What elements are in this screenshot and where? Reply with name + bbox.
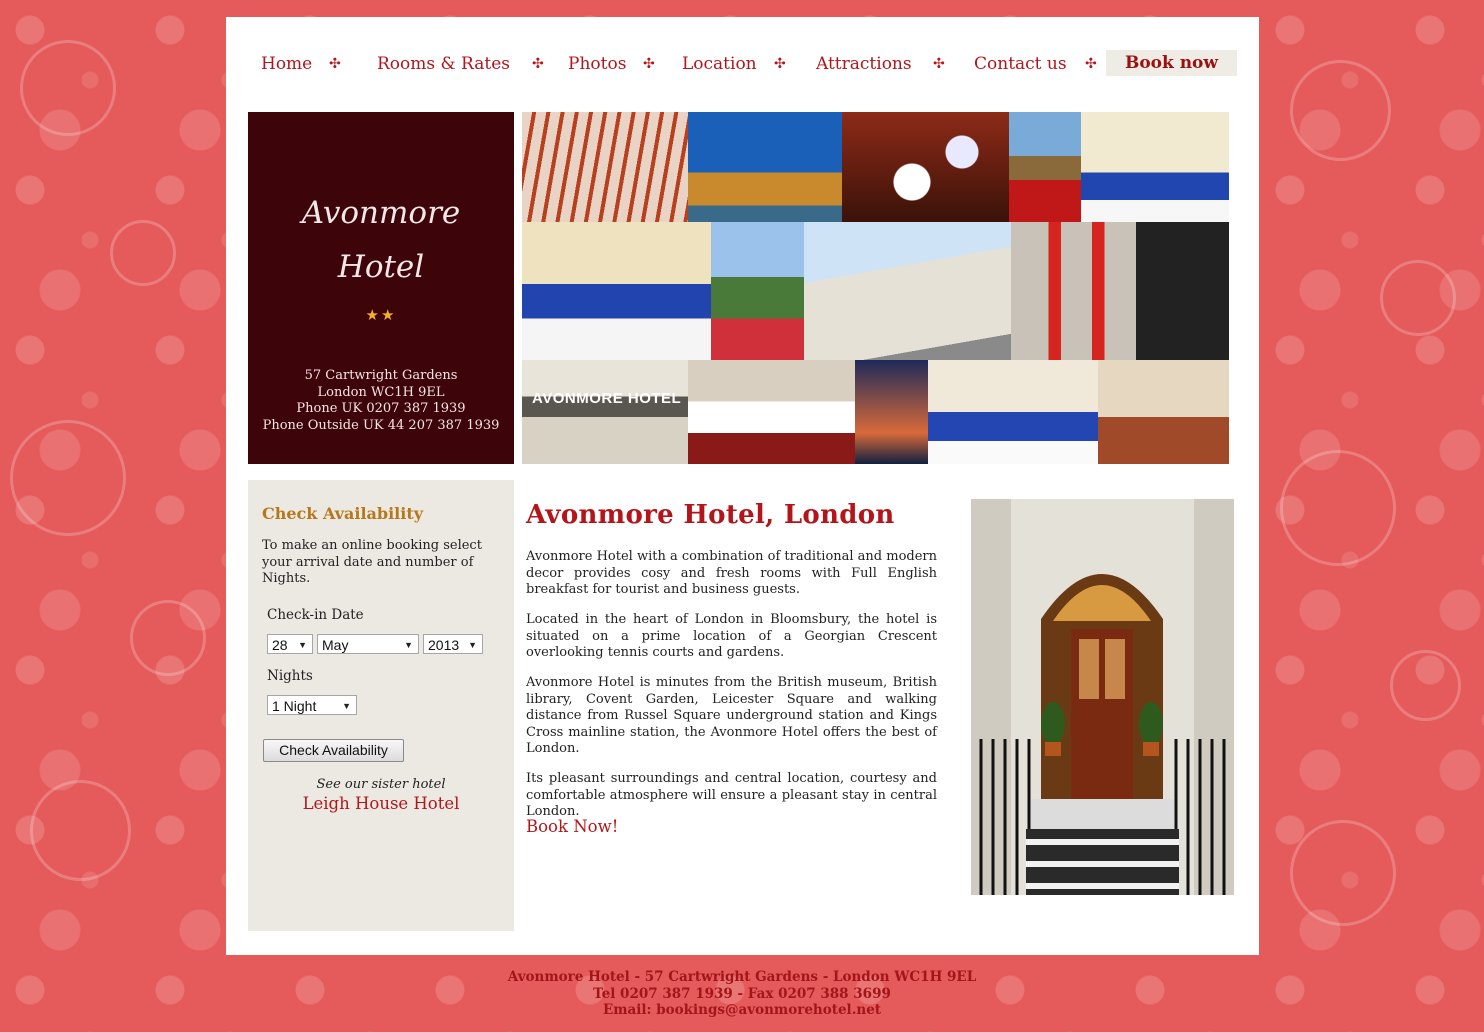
- description-paragraph: Its pleasant surroundings and central lo…: [526, 771, 937, 819]
- availability-title: Check Availability: [262, 504, 424, 523]
- nav-separator-icon: ✣: [643, 56, 655, 72]
- nights-select[interactable]: 1 Night ▼: [267, 695, 357, 715]
- checkin-date-label: Check-in Date: [267, 607, 364, 623]
- chevron-down-icon: ▼: [468, 640, 477, 650]
- photo-tea-tray: [842, 112, 1009, 222]
- description-paragraph: Located in the heart of London in Blooms…: [526, 612, 937, 660]
- hotel-name-line2: Hotel: [337, 249, 425, 285]
- photo-breakfast-room: [688, 360, 855, 464]
- photo-royal-guards: [1011, 222, 1136, 360]
- description-paragraph: Avonmore Hotel with a combination of tra…: [526, 549, 938, 597]
- nav-book-now-button[interactable]: Book now: [1106, 50, 1237, 76]
- address-city: London WC1H 9EL: [317, 384, 445, 400]
- chevron-down-icon: ▼: [404, 640, 413, 650]
- availability-intro: To make an online booking select your ar…: [262, 538, 482, 586]
- photo-buckingham-garden: [711, 222, 804, 360]
- footer-phone-fax: Tel 0207 387 1939 - Fax 0207 388 3699: [593, 985, 891, 1002]
- photo-london-eye: [855, 360, 928, 464]
- phone-uk: Phone UK 0207 387 1939: [296, 401, 466, 416]
- chevron-down-icon: ▼: [298, 640, 307, 650]
- nav-contact-us[interactable]: Contact us: [974, 50, 1067, 78]
- checkin-month-value: May: [322, 637, 349, 653]
- photo-georgian-crescent: [804, 222, 1011, 360]
- photo-big-ben-bus: [1009, 112, 1081, 222]
- nav-separator-icon: ✣: [933, 56, 945, 72]
- checkin-year-select[interactable]: 2013 ▼: [423, 634, 483, 654]
- footer-address: Avonmore Hotel - 57 Cartwright Gardens -…: [507, 969, 977, 985]
- sister-hotel-link[interactable]: Leigh House Hotel: [248, 794, 514, 813]
- hotel-name: Avonmore Hotel: [248, 186, 514, 294]
- nights-label: Nights: [267, 668, 313, 684]
- phone-outside-uk: Phone Outside UK 44 207 387 1939: [262, 417, 500, 433]
- site-footer: Avonmore Hotel - 57 Cartwright Gardens -…: [0, 969, 1484, 1019]
- hotel-description: Avonmore Hotel with a combination of tra…: [526, 549, 937, 834]
- nav-separator-icon: ✣: [532, 56, 544, 72]
- nights-value: 1 Night: [272, 698, 317, 714]
- nav-separator-icon: ✣: [774, 56, 786, 72]
- front-door-illustration: [971, 499, 1234, 895]
- photo-reception: [1098, 360, 1229, 464]
- hotel-name-line1: Avonmore: [301, 195, 461, 231]
- photo-collage: AVONMORE HOTEL: [522, 112, 1229, 464]
- photo-twin-room: [1081, 112, 1229, 222]
- nav-home[interactable]: Home: [261, 50, 312, 78]
- sister-hotel-text: See our sister hotel: [316, 777, 446, 792]
- description-paragraph: Avonmore Hotel is minutes from the Briti…: [526, 675, 937, 756]
- page-title: Avonmore Hotel, London: [526, 500, 895, 530]
- nav-location[interactable]: Location: [682, 50, 757, 78]
- nav-photos[interactable]: Photos: [568, 50, 626, 78]
- photo-tower-bridge: [688, 112, 842, 222]
- photo-bedroom-window: [928, 360, 1098, 464]
- star-rating-icon: ★★: [365, 306, 397, 324]
- photo-hotel-sign: AVONMORE HOTEL: [522, 360, 688, 464]
- footer-email[interactable]: Email: bookings@avonmorehotel.net: [0, 1002, 1484, 1019]
- checkin-day-select[interactable]: 28 ▼: [267, 634, 313, 654]
- content-panel: Home ✣ Rooms & Rates ✣ Photos ✣ Location…: [226, 17, 1259, 955]
- book-now-link[interactable]: Book Now!: [526, 817, 618, 836]
- nav-attractions[interactable]: Attractions: [816, 50, 912, 78]
- hotel-brand-panel: Avonmore Hotel ★★ 57 Cartwright Gardens …: [248, 112, 514, 464]
- nav-separator-icon: ✣: [1085, 56, 1097, 72]
- checkin-year-value: 2013: [428, 637, 460, 653]
- hotel-front-door-photo: [971, 499, 1234, 895]
- check-availability-panel: Check Availability To make an online boo…: [248, 480, 514, 931]
- photo-room-two-beds: [522, 222, 711, 360]
- hotel-sign-text: AVONMORE HOTEL: [532, 390, 682, 407]
- photo-stairway: [522, 112, 688, 222]
- check-availability-button[interactable]: Check Availability: [263, 739, 404, 762]
- nav-rooms-rates[interactable]: Rooms & Rates: [377, 50, 510, 78]
- address-street: 57 Cartwright Gardens: [304, 368, 458, 383]
- nav-separator-icon: ✣: [329, 56, 341, 72]
- chevron-down-icon: ▼: [342, 701, 351, 711]
- checkin-day-value: 28: [272, 637, 288, 653]
- hotel-address: 57 Cartwright Gardens London WC1H 9EL Ph…: [248, 368, 514, 434]
- photo-hotel-entrance: [1136, 222, 1229, 360]
- main-nav: Home ✣ Rooms & Rates ✣ Photos ✣ Location…: [226, 50, 1259, 78]
- checkin-month-select[interactable]: May ▼: [317, 634, 419, 654]
